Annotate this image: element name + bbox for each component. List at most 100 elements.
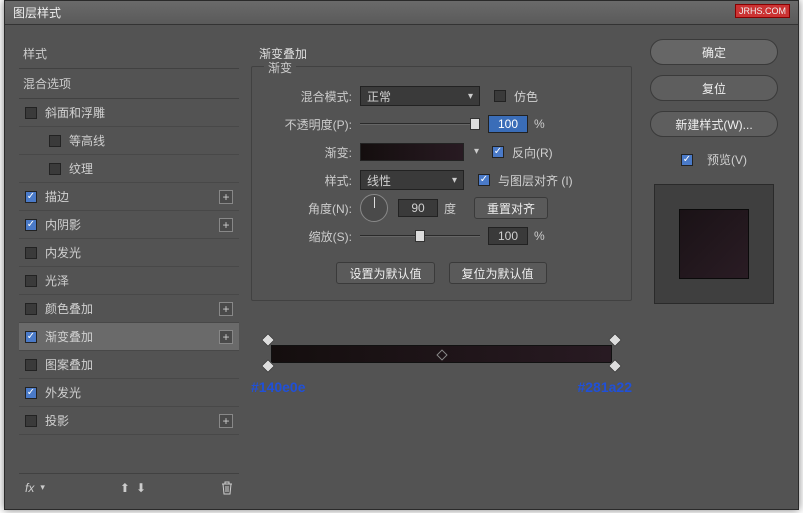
styles-header[interactable]: 样式 <box>19 39 239 68</box>
scale-unit: % <box>534 229 545 243</box>
effect-label: 图案叠加 <box>45 356 93 373</box>
effect-label: 内发光 <box>45 244 81 261</box>
blend-mode-label: 混合模式: <box>268 88 360 105</box>
effect-label: 外发光 <box>45 384 81 401</box>
left-panel: 样式 混合选项 斜面和浮雕等高线纹理描边 + 内阴影 + 内发光光泽颜色叠加+ 渐变叠加 +… <box>19 39 239 501</box>
effect-checkbox[interactable] <box>25 107 37 119</box>
effect-checkbox[interactable] <box>25 303 37 315</box>
angle-unit: 度 <box>444 200 456 217</box>
fx-menu-icon[interactable]: ▾ <box>40 482 45 493</box>
blend-mode-select[interactable]: 正常 <box>360 86 480 106</box>
effect-row[interactable]: 描边 + <box>19 183 239 211</box>
set-default-button[interactable]: 设置为默认值 <box>336 262 434 284</box>
titlebar[interactable]: 图层样式 JRHS.COM <box>5 1 798 25</box>
reverse-label: 反向(R) <box>512 144 553 161</box>
scale-row: 缩放(S): 100 % <box>268 224 615 248</box>
arrow-down-icon[interactable]: ⬇ <box>136 481 146 495</box>
align-checkbox[interactable] <box>478 174 490 186</box>
scale-label: 缩放(S): <box>268 228 360 245</box>
style-label: 样式: <box>268 172 360 189</box>
effect-row[interactable]: 等高线 <box>19 127 239 155</box>
reset-default-button[interactable]: 复位为默认值 <box>449 262 547 284</box>
effect-row[interactable]: 外发光 <box>19 379 239 407</box>
effect-checkbox[interactable] <box>25 359 37 371</box>
add-effect-icon[interactable]: + <box>219 330 233 344</box>
effect-row[interactable]: 内阴影 + <box>19 211 239 239</box>
hex-left: #140e0e <box>251 379 306 395</box>
left-footer: fx ▾ ⬆ ⬇ <box>19 473 239 501</box>
effect-checkbox[interactable] <box>49 135 61 147</box>
blend-mode-row: 混合模式: 正常 仿色 <box>268 84 615 108</box>
dither-checkbox[interactable] <box>494 90 506 102</box>
gradient-editor-preview: #140e0e #281a22 <box>251 337 632 381</box>
gradient-label: 渐变: <box>268 144 360 161</box>
effect-checkbox[interactable] <box>25 219 37 231</box>
add-effect-icon[interactable]: + <box>219 218 233 232</box>
center-panel: 渐变叠加 渐变 混合模式: 正常 仿色 不透明度(P): 100 % 渐变: <box>239 39 644 501</box>
effect-checkbox[interactable] <box>25 247 37 259</box>
add-effect-icon[interactable]: + <box>219 414 233 428</box>
right-panel: 确定 复位 新建样式(W)... 预览(V) <box>644 39 784 501</box>
effect-row[interactable]: 纹理 <box>19 155 239 183</box>
effect-row[interactable]: 颜色叠加+ <box>19 295 239 323</box>
hex-right: #281a22 <box>577 379 632 395</box>
default-buttons-row: 设置为默认值 复位为默认值 <box>268 262 615 284</box>
effect-label: 纹理 <box>69 160 93 177</box>
effect-label: 渐变叠加 <box>45 328 93 345</box>
cancel-button[interactable]: 复位 <box>650 75 778 101</box>
dialog-body: 样式 混合选项 斜面和浮雕等高线纹理描边 + 内阴影 + 内发光光泽颜色叠加+ 渐变叠加 +… <box>5 25 798 509</box>
add-effect-icon[interactable]: + <box>219 302 233 316</box>
align-label: 与图层对齐 (I) <box>498 172 573 189</box>
effect-row[interactable]: 渐变叠加 + <box>19 323 239 351</box>
opacity-unit: % <box>534 117 545 131</box>
gradient-row: 渐变: 反向(R) <box>268 140 615 164</box>
effect-row[interactable]: 光泽 <box>19 267 239 295</box>
ok-button[interactable]: 确定 <box>650 39 778 65</box>
effect-label: 光泽 <box>45 272 69 289</box>
effect-label: 描边 <box>45 188 69 205</box>
angle-dial[interactable] <box>360 194 388 222</box>
opacity-value[interactable]: 100 <box>488 115 528 133</box>
effect-label: 等高线 <box>69 132 105 149</box>
angle-value[interactable]: 90 <box>398 199 438 217</box>
preview-toggle-row: 预览(V) <box>681 151 747 168</box>
effect-row[interactable]: 斜面和浮雕 <box>19 99 239 127</box>
fx-label[interactable]: fx <box>25 481 34 495</box>
effect-row[interactable]: 投影 + <box>19 407 239 435</box>
new-style-button[interactable]: 新建样式(W)... <box>650 111 778 137</box>
opacity-slider[interactable] <box>360 117 480 131</box>
effect-checkbox[interactable] <box>49 163 61 175</box>
section-title: 渐变叠加 <box>259 45 632 62</box>
arrow-up-icon[interactable]: ⬆ <box>120 481 130 495</box>
effect-row[interactable]: 图案叠加 <box>19 351 239 379</box>
style-row: 样式: 线性 与图层对齐 (I) <box>268 168 615 192</box>
effect-checkbox[interactable] <box>25 275 37 287</box>
effect-row[interactable]: 内发光 <box>19 239 239 267</box>
scale-slider[interactable] <box>360 229 480 243</box>
gradient-group: 渐变 混合模式: 正常 仿色 不透明度(P): 100 % 渐变: <box>251 66 632 301</box>
add-effect-icon[interactable]: + <box>219 190 233 204</box>
opacity-label: 不透明度(P): <box>268 116 360 133</box>
effect-label: 内阴影 <box>45 216 81 233</box>
angle-row: 角度(N): 90 度 重置对齐 <box>268 196 615 220</box>
angle-label: 角度(N): <box>268 200 360 217</box>
effect-label: 斜面和浮雕 <box>45 104 105 121</box>
dither-label: 仿色 <box>514 88 538 105</box>
effect-checkbox[interactable] <box>25 331 37 343</box>
preview-label: 预览(V) <box>707 151 747 168</box>
reset-align-button[interactable]: 重置对齐 <box>474 197 548 219</box>
preview-checkbox[interactable] <box>681 154 693 166</box>
effect-label: 投影 <box>45 412 69 429</box>
style-select[interactable]: 线性 <box>360 170 464 190</box>
group-label: 渐变 <box>264 59 296 76</box>
preview-box <box>654 184 774 304</box>
trash-icon[interactable] <box>221 481 233 495</box>
effect-checkbox[interactable] <box>25 387 37 399</box>
effect-list: 斜面和浮雕等高线纹理描边 + 内阴影 + 内发光光泽颜色叠加+ 渐变叠加 + 图案叠加外发光投… <box>19 99 239 473</box>
blending-options-header[interactable]: 混合选项 <box>19 68 239 99</box>
scale-value[interactable]: 100 <box>488 227 528 245</box>
reverse-checkbox[interactable] <box>492 146 504 158</box>
gradient-swatch[interactable] <box>360 143 464 161</box>
effect-checkbox[interactable] <box>25 415 37 427</box>
effect-checkbox[interactable] <box>25 191 37 203</box>
